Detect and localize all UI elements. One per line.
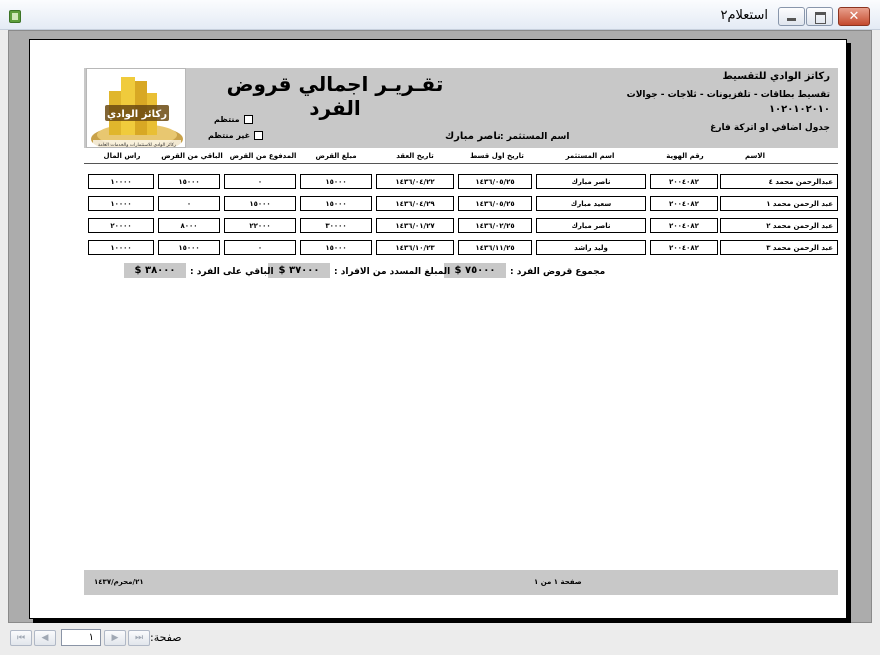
next-page-icon: ▶ (111, 633, 119, 643)
first-page-button[interactable]: ⏮ (10, 630, 32, 646)
company-note: جدول اضافي او اتركة فارغ (710, 123, 830, 133)
next-page-button[interactable]: ▶ (104, 630, 126, 646)
company-number: ١٠٢٠١٠٢٠١٠ (768, 104, 830, 115)
svg-text:ركائز الوادي: ركائز الوادي (107, 109, 167, 120)
page-number-input[interactable]: ١ (61, 629, 101, 646)
col-header-name: الاسم (745, 152, 765, 160)
cell-paid: ٠ (224, 174, 296, 189)
cell-investor: ناصر مبارك (536, 174, 646, 189)
checkbox-regular-row: منتظم (214, 115, 253, 124)
col-header-remaining: الباقي من القرض (161, 152, 223, 160)
logo-graphic: ركائز الوادي ركائز الوادي للاستثمارات وا… (91, 77, 183, 148)
cell-id: ٢٠٠٤٠٨٢ (650, 196, 718, 211)
col-header-loan-amount: مبلغ القرض (315, 152, 357, 160)
cell-contract-date: ١٤٣٦/٠١/٢٧ (376, 218, 454, 233)
cell-first-installment: ١٤٣٦/٠٥/٢٥ (458, 174, 532, 189)
maximize-button[interactable] (806, 7, 833, 26)
col-header-contract-date: تاريخ العقد (396, 152, 434, 160)
col-header-capital: راس المال (103, 152, 141, 160)
close-button[interactable]: ✕ (838, 7, 870, 26)
cell-loan-amount: ١٥٠٠٠ (300, 196, 372, 211)
window-titlebar: استعلام٢ ✕ (0, 0, 880, 30)
company-name: ركاتز الوادي للتقسيط (722, 71, 830, 82)
cell-contract-date: ١٤٣٦/١٠/٢٣ (376, 240, 454, 255)
remaining-label: الباقي على الفرد : (190, 267, 274, 277)
prev-page-button[interactable]: ◀ (34, 630, 56, 646)
cell-capital: ١٠٠٠٠ (88, 240, 154, 255)
cell-first-installment: ١٤٣٦/٠٢/٢٥ (458, 218, 532, 233)
cell-paid: ٠ (224, 240, 296, 255)
cell-loan-amount: ١٥٠٠٠ (300, 174, 372, 189)
col-header-first-installment: تاريخ اول قسط (470, 152, 524, 160)
paid-label: المبلغ المسدد من الافراد : (334, 267, 451, 277)
app-icon (9, 10, 21, 23)
col-header-paid: المدفوع من القرض (229, 152, 297, 160)
cell-first-installment: ١٤٣٦/١١/٢٥ (458, 240, 532, 255)
cell-name: عبدالرحمن محمد ٤ (720, 174, 838, 189)
window-title: استعلام٢ (720, 8, 769, 23)
footer-page-info: صفحة ١ من ١ (534, 578, 582, 586)
close-icon: ✕ (848, 9, 860, 24)
cell-paid: ١٥٠٠٠ (224, 196, 296, 211)
checkbox-irregular-row: غير منتظم (208, 131, 264, 140)
cell-contract-date: ١٤٣٦/٠٤/٢٢ (376, 174, 454, 189)
cell-remaining: ١٥٠٠٠ (158, 174, 220, 189)
cell-name: عبد الرحمن محمد ٣ (720, 240, 838, 255)
navigation-bar: ⏮ ◀ ١ ▶ ⏭ صفحة: (0, 625, 880, 655)
checkbox-regular[interactable] (243, 115, 253, 124)
investor-label: اسم المستثمر : (500, 132, 570, 142)
cell-capital: ١٠٠٠٠ (88, 174, 154, 189)
report-title: تقـريـر اجمالي قروض الفرد (226, 72, 444, 120)
investor-value: ناصر مبارك (445, 131, 501, 142)
cell-investor: سعيد مبارك (536, 196, 646, 211)
cell-remaining: ١٥٠٠٠ (158, 240, 220, 255)
cell-name: عبد الرحمن محمد ٢ (720, 218, 838, 233)
checkbox-irregular-label: غير منتظم (208, 131, 251, 140)
cell-name: عبد الرحمن محمد ١ (720, 196, 838, 211)
col-header-investor: اسم المستثمر (565, 152, 615, 160)
report-page: ركائز الوادي ركائز الوادي للاستثمارات وا… (29, 39, 847, 619)
page-label: صفحة: (150, 631, 182, 644)
total-loans-value: ٧٥٠٠٠ $ (444, 263, 506, 278)
last-page-icon: ⏭ (134, 633, 144, 643)
cell-first-installment: ١٤٣٦/٠٥/٢٥ (458, 196, 532, 211)
header-divider (84, 163, 838, 164)
cell-loan-amount: ١٥٠٠٠ (300, 240, 372, 255)
minimize-button[interactable] (778, 7, 805, 26)
remaining-value: ٣٨٠٠٠ $ (124, 263, 186, 278)
last-page-button[interactable]: ⏭ (128, 630, 150, 646)
svg-text:ركائز الوادي للاستثمارات والخد: ركائز الوادي للاستثمارات والخدمات العامة (98, 142, 176, 148)
total-loans-label: مجموع قروض الفرد : (510, 267, 606, 277)
cell-contract-date: ١٤٣٦/٠٤/٢٩ (376, 196, 454, 211)
col-header-id: رقم الهوية (666, 152, 704, 160)
cell-remaining: ٨٠٠٠ (158, 218, 220, 233)
company-logo: ركائز الوادي ركائز الوادي للاستثمارات وا… (86, 68, 186, 148)
cell-investor: وليد راشد (536, 240, 646, 255)
footer-date: ٢١/محرم/١٤٣٧ (94, 578, 144, 586)
cell-id: ٢٠٠٤٠٨٢ (650, 240, 718, 255)
report-footer: ٢١/محرم/١٤٣٧ صفحة ١ من ١ (84, 570, 838, 595)
cell-paid: ٢٢٠٠٠ (224, 218, 296, 233)
cell-remaining: ٠ (158, 196, 220, 211)
cell-capital: ١٠٠٠٠ (88, 196, 154, 211)
cell-capital: ٢٠٠٠٠ (88, 218, 154, 233)
paid-value: ٣٧٠٠٠ $ (268, 263, 330, 278)
cell-loan-amount: ٣٠٠٠٠ (300, 218, 372, 233)
cell-investor: ناصر مبارك (536, 218, 646, 233)
checkbox-regular-label: منتظم (214, 115, 240, 124)
checkbox-irregular[interactable] (254, 131, 264, 140)
cell-id: ٢٠٠٤٠٨٢ (650, 218, 718, 233)
company-services: تقسيط بطاقات - تلفزيونات - ثلاجات - جوال… (626, 90, 830, 100)
cell-id: ٢٠٠٤٠٨٢ (650, 174, 718, 189)
first-page-icon: ⏮ (16, 633, 26, 643)
report-viewer[interactable]: ركائز الوادي ركائز الوادي للاستثمارات وا… (8, 30, 872, 623)
prev-page-icon: ◀ (41, 633, 49, 643)
